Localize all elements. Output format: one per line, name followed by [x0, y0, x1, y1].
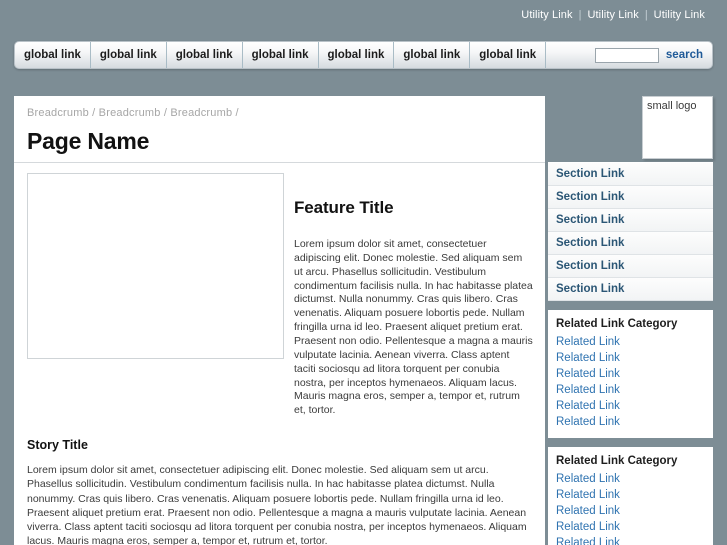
global-nav-links: global link global link global link glob…: [15, 42, 547, 68]
page-title: Page Name: [27, 128, 150, 154]
global-link-4[interactable]: global link: [243, 42, 319, 68]
global-nav-spacer: [546, 42, 595, 68]
related-category-title: Related Link Category: [556, 455, 678, 467]
global-link-1[interactable]: global link: [15, 42, 91, 68]
related-link-1-2[interactable]: Related Link: [556, 350, 713, 366]
global-link-2[interactable]: global link: [91, 42, 167, 68]
related-category-title: Related Link Category: [556, 318, 678, 330]
sidebar-section-link-2[interactable]: Section Link: [548, 186, 713, 209]
utility-link-3[interactable]: Utility Link: [654, 9, 705, 21]
search-input[interactable]: [594, 47, 659, 63]
related-link-2-3[interactable]: Related Link: [556, 503, 713, 519]
main-content-column: Feature Title Lorem ipsum dolor sit amet…: [14, 162, 545, 545]
section-links-list: Section Link Section Link Section Link S…: [548, 162, 713, 301]
utility-link-2[interactable]: Utility Link: [587, 9, 638, 21]
related-link-1-4[interactable]: Related Link: [556, 382, 713, 398]
sidebar: Section Link Section Link Section Link S…: [548, 162, 713, 545]
utility-bar: Utility Link | Utility Link | Utility Li…: [0, 0, 727, 30]
search-button[interactable]: search: [666, 49, 703, 61]
sidebar-section-link-3[interactable]: Section Link: [548, 209, 713, 232]
related-link-1-5[interactable]: Related Link: [556, 398, 713, 414]
utility-separator: |: [644, 9, 648, 21]
story-paragraph-1: Lorem ipsum dolor sit amet, consectetuer…: [27, 464, 527, 545]
utility-separator: |: [578, 9, 582, 21]
related-link-2-2[interactable]: Related Link: [556, 487, 713, 503]
related-link-2-4[interactable]: Related Link: [556, 519, 713, 535]
related-link-1-3[interactable]: Related Link: [556, 366, 713, 382]
feature-text: Feature Title Lorem ipsum dolor sit amet…: [294, 173, 533, 418]
page-header: Breadcrumb / Breadcrumb / Breadcrumb / P…: [14, 96, 545, 162]
feature-body: Lorem ipsum dolor sit amet, consectetuer…: [294, 238, 533, 417]
related-link-1-1[interactable]: Related Link: [556, 334, 713, 350]
utility-link-1[interactable]: Utility Link: [521, 9, 572, 21]
sidebar-section-link-1[interactable]: Section Link: [548, 163, 713, 186]
sidebar-section-link-5[interactable]: Section Link: [548, 255, 713, 278]
global-link-3[interactable]: global link: [167, 42, 243, 68]
feature-section: Feature Title Lorem ipsum dolor sit amet…: [27, 173, 533, 418]
related-link-2-5[interactable]: Related Link: [556, 535, 713, 545]
page-body: Feature Title Lorem ipsum dolor sit amet…: [14, 162, 713, 545]
feature-image-placeholder: [27, 173, 284, 359]
related-link-block-1: Related Link Category Related Link Relat…: [548, 310, 713, 438]
feature-title: Feature Title: [294, 198, 394, 217]
related-link-block-2: Related Link Category Related Link Relat…: [548, 447, 713, 545]
related-link-1-6[interactable]: Related Link: [556, 414, 713, 430]
small-logo: small logo: [642, 96, 713, 159]
search-area: search: [594, 42, 712, 68]
story-title: Story Title: [27, 438, 88, 453]
related-link-2-1[interactable]: Related Link: [556, 471, 713, 487]
page-container: Breadcrumb / Breadcrumb / Breadcrumb / P…: [14, 96, 713, 545]
global-link-5[interactable]: global link: [319, 42, 395, 68]
global-link-6[interactable]: global link: [394, 42, 471, 68]
sidebar-section-link-6[interactable]: Section Link: [548, 278, 713, 301]
breadcrumb[interactable]: Breadcrumb / Breadcrumb / Breadcrumb /: [27, 107, 545, 119]
global-navigation-bar: global link global link global link glob…: [14, 41, 713, 69]
sidebar-section-link-4[interactable]: Section Link: [548, 232, 713, 255]
global-link-7[interactable]: global link: [470, 42, 547, 68]
